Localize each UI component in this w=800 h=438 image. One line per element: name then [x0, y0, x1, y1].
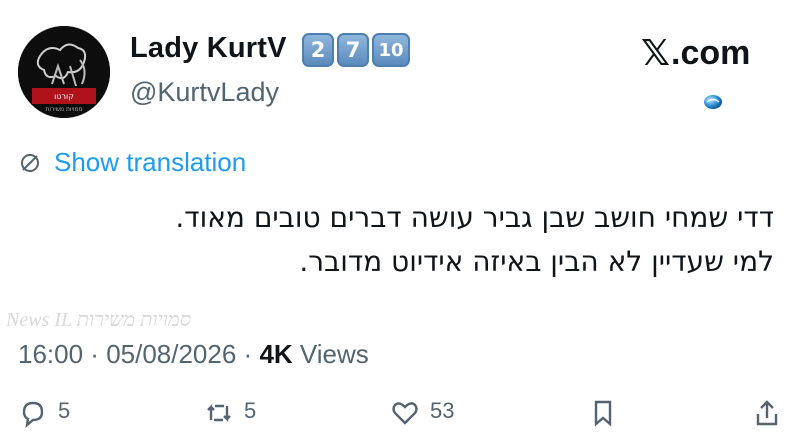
reply-icon [22, 401, 44, 428]
tweet-meta: 16:00 · 05/08/2026 · 4K Views [18, 339, 369, 370]
action-bar: 5 5 53 [18, 398, 782, 438]
bookmark-button[interactable] [588, 398, 618, 438]
share-button[interactable] [752, 398, 782, 438]
retweet-icon [207, 404, 231, 422]
translate-icon [21, 153, 39, 172]
views-label: Views [292, 339, 369, 369]
x-logo-glyph: 𝕏 [641, 33, 671, 74]
keycap-badge: 2 [302, 33, 334, 67]
tweet-date[interactable]: 05/08/2026 [106, 339, 236, 369]
watermark: News IL סמויות משירות [6, 309, 192, 331]
bookmark-icon [595, 400, 612, 427]
tweet-time[interactable]: 16:00 [18, 339, 83, 369]
tweet-line: דדי שמחי חושב שבן גביר עושה דברים טובים … [175, 201, 774, 234]
brand-suffix: .com [671, 34, 751, 72]
tweet-text: דדי שמחי חושב שבן גביר עושה דברים טובים … [34, 196, 774, 284]
show-translation-link[interactable]: Show translation [18, 147, 246, 178]
views-count: 4K [259, 339, 293, 369]
share-icon [756, 400, 778, 426]
reply-count: 5 [58, 398, 71, 423]
avatar[interactable]: קורטו סמויות משירות [18, 26, 110, 118]
retweet-count: 5 [244, 398, 257, 423]
x-brand-logo: 𝕏 .com [641, 33, 750, 74]
display-name[interactable]: Lady KurtV [130, 32, 287, 65]
name-badges: 2 7 10 [302, 33, 410, 67]
meta-separator: · [236, 339, 260, 369]
meta-separator: · [83, 339, 107, 369]
reply-button[interactable]: 5 [18, 398, 70, 438]
globe-icon [704, 95, 722, 109]
tweet-line: למי שעדיין לא הבין באיזה אידיוט מדובר. [299, 245, 774, 278]
show-translation-label: Show translation [54, 147, 247, 177]
retweet-button[interactable]: 5 [204, 398, 256, 438]
like-count: 53 [430, 398, 455, 423]
avatar-image: קורטו סמויות משירות [18, 26, 110, 118]
avatar-subcaption: סמויות משירות [45, 106, 82, 113]
keycap-badge: 10 [372, 33, 410, 67]
user-handle[interactable]: @KurtvLady [130, 77, 279, 108]
avatar-caption: קורטו [54, 92, 74, 101]
keycap-badge: 7 [337, 33, 369, 67]
like-button[interactable]: 53 [390, 398, 454, 438]
heart-icon [392, 402, 418, 425]
